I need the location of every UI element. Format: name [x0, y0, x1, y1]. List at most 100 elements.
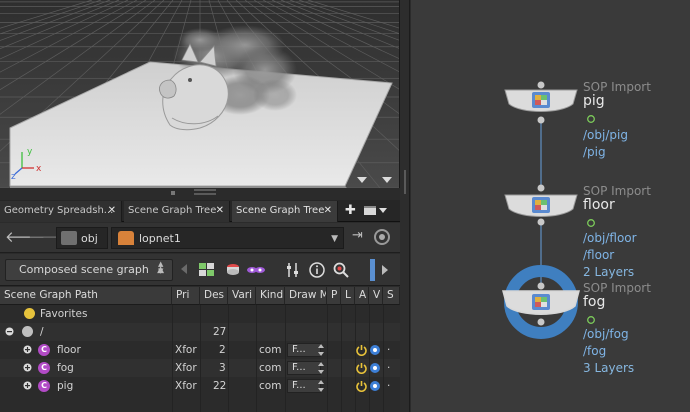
chevron-down-icon[interactable]: ▼ — [331, 228, 338, 250]
column-header-primitive-type[interactable]: Pri — [172, 287, 200, 305]
node-pig[interactable] — [504, 81, 578, 124]
zoom-search-icon[interactable] — [332, 261, 350, 279]
select-arrows-icon: ▲ ▼ — [158, 260, 164, 275]
splitter-arrow-icon[interactable] — [171, 191, 175, 195]
node-name[interactable]: floor — [583, 197, 651, 213]
network-editor[interactable]: SOP Import pig /obj/pig /pig SOP Import … — [411, 0, 690, 412]
select-arrows-icon[interactable] — [317, 379, 325, 393]
row-name: Favorites — [40, 308, 88, 320]
toolbar-separator — [370, 259, 375, 281]
column-header-selectable[interactable]: S — [383, 287, 400, 305]
node-info-line: /obj/floor — [583, 231, 637, 245]
vertical-splitter[interactable] — [400, 0, 410, 412]
node-info-line: /pig — [583, 145, 606, 159]
select-arrows-icon[interactable] — [317, 361, 325, 375]
collection-icon[interactable] — [198, 261, 216, 279]
lop-network-icon — [118, 231, 134, 245]
column-header-layer[interactable]: L — [341, 287, 355, 305]
row-name: floor — [57, 344, 81, 356]
draw-mode-field[interactable]: F... — [287, 361, 321, 375]
active-power-icon[interactable] — [356, 380, 367, 392]
collapse-icon[interactable] — [5, 327, 14, 336]
column-header-descendants[interactable]: Des — [200, 287, 228, 305]
object-context-icon — [61, 231, 77, 245]
viewport-menu-arrow-icon[interactable] — [382, 177, 392, 183]
draw-mode-field[interactable]: F... — [287, 343, 321, 357]
draw-mode-field[interactable]: F... — [287, 379, 321, 393]
node-floor[interactable] — [504, 184, 578, 226]
plus-icon[interactable]: ✚ — [345, 203, 356, 219]
column-header-path[interactable]: Scene Graph Path — [0, 287, 172, 305]
node-info-line: /obj/pig — [583, 128, 628, 142]
node-info-line: 3 Layers — [583, 361, 635, 375]
breadcrumb-context[interactable]: obj — [56, 227, 108, 249]
link-icon[interactable] — [374, 229, 390, 245]
column-divider — [327, 305, 328, 412]
pin-icon[interactable]: ⇥ — [352, 228, 363, 244]
column-header-draw-mode[interactable]: Draw M — [285, 287, 327, 305]
column-header-variants[interactable]: Vari — [228, 287, 256, 305]
node-name[interactable]: pig — [583, 93, 651, 109]
node-name[interactable]: fog — [583, 294, 651, 310]
tab-scene-graph-tree[interactable]: Scene Graph Tree ✕ — [124, 201, 230, 222]
column-divider — [285, 305, 286, 412]
tab-scene-graph-tree-active[interactable]: Scene Graph Tree ✕ — [232, 201, 338, 222]
pane-layout-icon[interactable] — [364, 206, 376, 215]
visibility-eye-icon[interactable] — [370, 381, 380, 391]
column-divider — [172, 305, 173, 412]
column-divider — [355, 305, 356, 412]
row-name: fog — [57, 362, 74, 374]
horizontal-splitter[interactable] — [0, 188, 405, 200]
node-info-line: /floor — [583, 248, 615, 262]
node-type: SOP Import — [583, 184, 651, 198]
node-label-fog: SOP Import fog /obj/fog /fog 3 Layers — [583, 281, 651, 375]
row-kind: com — [259, 344, 282, 356]
expand-icon[interactable] — [23, 381, 32, 390]
tab-geometry-spreadsheet[interactable]: Geometry Spreadsh... ✕ — [0, 201, 122, 222]
expand-icon[interactable] — [23, 363, 32, 372]
active-power-icon[interactable] — [356, 344, 367, 356]
column-header-active[interactable]: A — [355, 287, 369, 305]
column-header-kind[interactable]: Kind — [256, 287, 285, 305]
chevron-down-icon[interactable] — [379, 208, 387, 213]
column-divider — [383, 305, 384, 412]
viewport-canvas[interactable]: y x z — [0, 0, 400, 188]
select-arrows-icon[interactable] — [317, 343, 325, 357]
expand-icon[interactable] — [23, 345, 32, 354]
prune-icon[interactable] — [224, 261, 242, 279]
scene-graph-mode-select[interactable]: Composed scene graph ▲ — [5, 259, 173, 281]
glasses-icon[interactable] — [246, 261, 265, 279]
tab-label: Geometry Spreadsh... — [4, 205, 114, 216]
sliders-icon[interactable] — [284, 261, 302, 279]
scene-graph-toolbar: Composed scene graph ▲ ▲ ▼ — [0, 254, 400, 286]
visibility-eye-icon[interactable] — [370, 363, 380, 373]
scene-viewport[interactable]: y x z — [0, 0, 400, 188]
visibility-eye-icon[interactable] — [370, 345, 380, 355]
row-kind: com — [259, 362, 282, 374]
column-header-payload[interactable]: P — [327, 287, 341, 305]
node-info-line: 2 Layers — [583, 265, 635, 279]
active-power-icon[interactable] — [356, 362, 367, 374]
column-header-visibility[interactable]: V — [369, 287, 383, 305]
selectable-dot[interactable]: · — [387, 377, 390, 395]
close-icon[interactable]: ✕ — [216, 201, 224, 221]
pane-tab-bar: Geometry Spreadsh... ✕ Scene Graph Tree … — [0, 200, 400, 222]
selectable-dot[interactable]: · — [387, 341, 390, 359]
column-divider — [228, 305, 229, 412]
mode-select-value: Composed scene graph — [19, 263, 149, 276]
breadcrumb-network[interactable]: lopnet1 ▼ — [111, 227, 344, 249]
node-type: SOP Import — [583, 281, 651, 295]
close-icon[interactable]: ✕ — [108, 201, 116, 221]
selectable-dot[interactable]: · — [387, 359, 390, 377]
node-info-line: /fog — [583, 344, 607, 358]
info-icon[interactable] — [308, 261, 326, 279]
row-primitive-type: Xfor — [175, 344, 197, 356]
column-divider — [341, 305, 342, 412]
viewport-collapse-arrow-icon[interactable] — [357, 177, 367, 183]
star-icon — [24, 308, 35, 319]
expand-right-icon[interactable] — [382, 265, 388, 275]
row-name: / — [40, 326, 44, 338]
collapse-left-icon[interactable] — [181, 264, 187, 274]
close-icon[interactable]: ✕ — [324, 201, 332, 221]
column-divider — [200, 305, 201, 412]
